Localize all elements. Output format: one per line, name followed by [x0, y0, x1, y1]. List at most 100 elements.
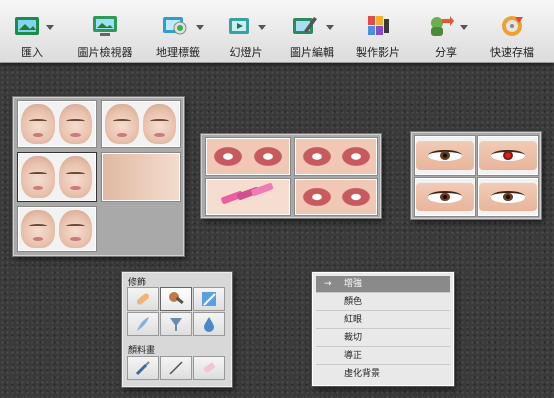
menu-item-color[interactable]: 顏色 [316, 294, 450, 311]
lips-image [339, 186, 373, 208]
menu-item-label: 顏色 [344, 297, 363, 307]
magic-wand-tool-button[interactable] [193, 287, 225, 311]
chevron-down-icon[interactable] [196, 25, 204, 30]
eye-thumbnail[interactable] [415, 136, 475, 175]
toolbar-image-viewer-label: 圖片檢視器 [77, 46, 133, 59]
lips-thumbnail[interactable] [295, 179, 377, 215]
paintbrush-tool-button[interactable] [127, 356, 159, 380]
lipstick-icon [221, 182, 274, 204]
face-image [105, 104, 139, 144]
toolbar-import-label: 匯入 [21, 46, 43, 59]
makeup-brush-tool-button[interactable] [160, 287, 192, 311]
eraser-icon [203, 362, 216, 373]
chevron-down-icon[interactable] [46, 25, 54, 30]
edit-menu: → 增強 顏色 紅眼 裁切 導正 虛化背景 [312, 272, 454, 386]
face-image [21, 104, 55, 144]
eyes-panel [411, 132, 541, 219]
eye-image [479, 183, 537, 211]
lips-panel [201, 134, 381, 218]
toolbar-share-label: 分享 [435, 46, 457, 59]
feather-icon [137, 317, 149, 331]
toolbar-make-video-label: 製作影片 [356, 46, 400, 59]
menu-item-straighten[interactable]: 導正 [316, 348, 450, 365]
nose-thumbnail[interactable] [102, 153, 180, 201]
import-icon [15, 17, 39, 35]
toolbar-image-edit-button[interactable]: 圖片編輯 [284, 0, 340, 62]
geotag-icon [163, 17, 187, 35]
image-edit-icon [293, 17, 317, 34]
face-image [21, 210, 55, 248]
toolbar-geotag-label: 地理標籤 [156, 46, 200, 59]
slideshow-icon [229, 18, 249, 34]
face-image [58, 156, 92, 198]
eye-image [416, 141, 474, 170]
bandage-tool-button[interactable] [127, 287, 159, 311]
lips-image [251, 145, 285, 168]
toolbar-slideshow-button[interactable]: 幻燈片 [220, 0, 272, 62]
toolbar-make-video-button[interactable]: 製作影片 [352, 0, 404, 62]
funnel-icon [170, 318, 182, 331]
arrow-right-icon: → [324, 279, 332, 289]
red-eye-image [479, 141, 537, 170]
menu-item-label: 裁切 [344, 333, 363, 343]
menu-item-enhance[interactable]: → 增強 [316, 276, 450, 293]
chevron-down-icon[interactable] [258, 25, 266, 30]
face-thumbnail[interactable] [18, 153, 96, 201]
chevron-down-icon[interactable] [460, 25, 468, 30]
tool-palette: 修飾 顏料畫 [122, 272, 232, 387]
drop-tool-button[interactable] [193, 312, 225, 336]
face-image [142, 104, 176, 144]
menu-item-label: 導正 [344, 351, 363, 361]
face-thumbnail[interactable] [102, 101, 180, 147]
lips-image [339, 145, 373, 168]
lipstick-thumbnail[interactable] [206, 179, 290, 215]
lips-image [211, 145, 245, 168]
feather-tool-button[interactable] [127, 312, 159, 336]
paintbrush-icon [135, 361, 150, 376]
face-thumbnail[interactable] [18, 207, 96, 251]
share-icon [431, 16, 454, 36]
chevron-down-icon[interactable] [326, 25, 334, 30]
make-video-icon [368, 16, 389, 35]
face-image [58, 104, 92, 144]
lips-thumbnail[interactable] [295, 138, 377, 175]
lips-image [300, 145, 334, 168]
paint-tools [127, 356, 226, 381]
toolbar-share-button[interactable]: 分享 [420, 0, 472, 62]
toolbar-quick-save-button[interactable]: 快速存檔 [484, 0, 540, 62]
funnel-tool-button[interactable] [160, 312, 192, 336]
menu-item-crop[interactable]: 裁切 [316, 330, 450, 347]
face-image [58, 210, 92, 248]
menu-item-red-eye[interactable]: 紅眼 [316, 312, 450, 329]
magic-wand-icon [202, 292, 216, 306]
retouch-tools [127, 287, 226, 337]
toolbar-geotag-button[interactable]: 地理標籤 [150, 0, 206, 62]
eraser-tool-button[interactable] [193, 356, 225, 380]
face-thumbnail[interactable] [18, 101, 96, 147]
toolbar-image-edit-label: 圖片編輯 [290, 46, 334, 59]
menu-item-label: 虛化背景 [344, 369, 381, 379]
toolbar-quick-save-label: 快速存檔 [490, 46, 534, 59]
eye-image [416, 183, 474, 211]
eye-thumbnail[interactable] [478, 178, 538, 216]
lips-image [300, 186, 334, 208]
quick-save-icon [502, 16, 523, 36]
toolbar-image-viewer-button[interactable]: 圖片檢視器 [72, 0, 138, 62]
image-viewer-icon [93, 16, 117, 36]
pencil-icon [169, 361, 183, 375]
face-retouch-panel [13, 97, 184, 256]
menu-item-label: 增強 [344, 279, 363, 289]
eye-thumbnail[interactable] [415, 178, 475, 216]
bandage-icon [136, 293, 150, 305]
makeup-brush-icon [169, 292, 184, 305]
lips-thumbnail[interactable] [206, 138, 290, 175]
drop-icon [204, 317, 214, 332]
face-image [21, 156, 55, 198]
red-eye-thumbnail[interactable] [478, 136, 538, 175]
menu-item-blur-background[interactable]: 虛化背景 [316, 366, 450, 383]
pencil-tool-button[interactable] [160, 356, 192, 380]
menu-item-label: 紅眼 [344, 315, 363, 325]
toolbar-import-button[interactable]: 匯入 [8, 0, 56, 62]
main-toolbar: 匯入 圖片檢視器 地理標籤 幻燈片 圖片編輯 製作影片 分享 快速存檔 [0, 0, 554, 63]
toolbar-slideshow-label: 幻燈片 [229, 46, 263, 59]
